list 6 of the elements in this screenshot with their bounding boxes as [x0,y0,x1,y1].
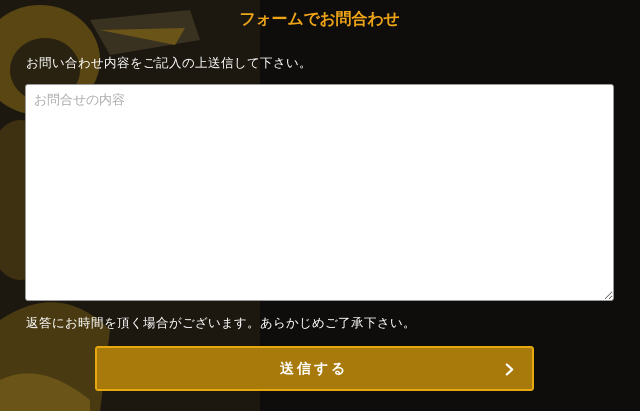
chevron-right-icon [504,363,514,376]
submit-button[interactable]: 送信する [94,346,534,391]
intro-text: お問い合わせ内容をご記入の上送信して下さい。 [26,54,312,72]
form-heading: フォームでお問合わせ [240,8,400,30]
message-field[interactable]: お問合せの内容 [25,84,614,301]
note-text: 返答にお時間を頂く場合がございます。あらかじめご了承下さい。 [26,314,416,332]
